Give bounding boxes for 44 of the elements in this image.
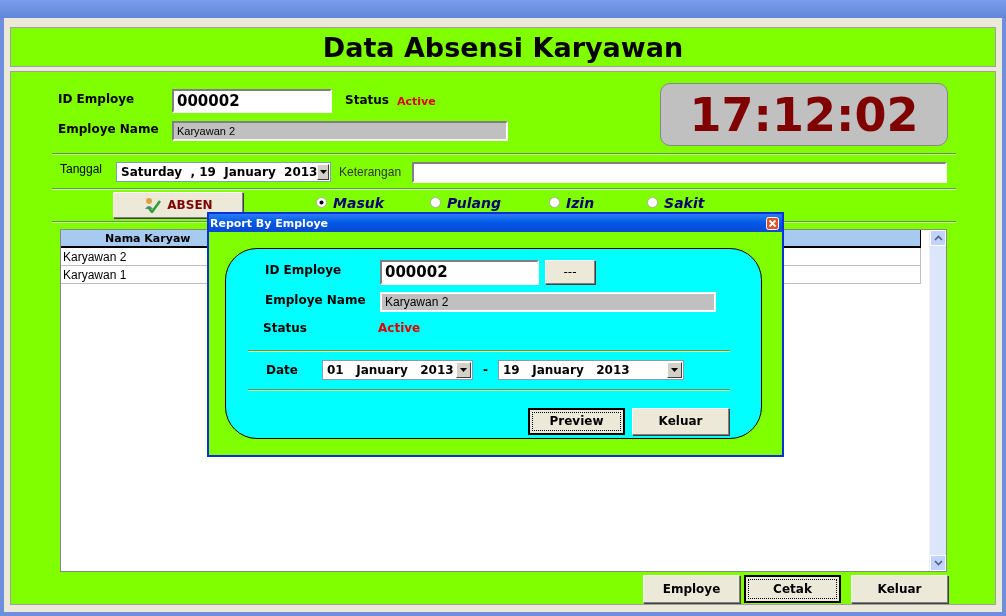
footer-button[interactable]: Cetak [744,575,841,603]
attendance-radio[interactable]: Masuk [316,194,384,211]
id-employe-field[interactable]: 000002 [380,259,539,285]
employe-name-field[interactable]: Karyawan 2 [172,121,508,141]
table-cell[interactable]: Karyawan 2 [63,249,127,264]
employe-name-field[interactable]: Karyawan 2 [380,291,716,312]
column-header[interactable]: Nama Karyaw [61,230,201,246]
scrollbar[interactable] [929,230,946,571]
footer-button[interactable]: Keluar [851,575,948,603]
absen-button[interactable]: ABSEN [113,192,243,218]
id-employe-label: ID Employe [58,92,136,106]
browse-button[interactable]: --- [545,260,595,284]
status-label: Status [345,92,389,107]
dropdown-arrow-icon [318,169,328,175]
close-icon[interactable] [766,216,779,230]
keterangan-label: Keterangan [339,165,403,179]
user-check-icon [143,197,162,213]
status-value: Active [378,321,421,335]
status-value: Active [396,94,436,108]
id-employe-field[interactable]: 000002 [172,89,332,113]
attendance-radio[interactable]: Pulang [430,194,501,211]
attendance-radio[interactable]: Sakit [647,194,705,211]
date-dropdown[interactable]: Saturday , 19 January 2013 [116,162,331,182]
page-title: Data Absensi Karyawan [322,31,684,63]
date-label: Date [266,363,299,377]
dropdown-arrow-icon [459,367,468,373]
footer-button[interactable]: Employe [643,575,740,603]
date-separator: - [483,363,488,377]
employe-name-label: Employe Name [265,292,367,307]
employe-name-label: Employe Name [58,122,160,136]
scroll-up-icon[interactable] [933,235,943,241]
tanggal-label: Tanggal [60,162,104,176]
dialog-button[interactable]: Preview [528,407,625,435]
dialog-button[interactable]: Keluar [632,407,729,435]
attendance-radio[interactable]: Izin [548,194,595,211]
table-cell[interactable]: Karyawan 1 [63,267,127,282]
id-employe-label: ID Employe [265,263,343,277]
date-from-dropdown[interactable]: 01 January 2013 [322,360,473,380]
dropdown-arrow-icon [670,367,679,373]
dialog-title: Report By Employe [210,216,329,230]
status-label: Status [263,321,308,335]
clock-display: 17:12:02 [660,83,948,146]
scroll-down-icon[interactable] [933,560,943,566]
date-to-dropdown[interactable]: 19 January 2013 [498,360,684,380]
